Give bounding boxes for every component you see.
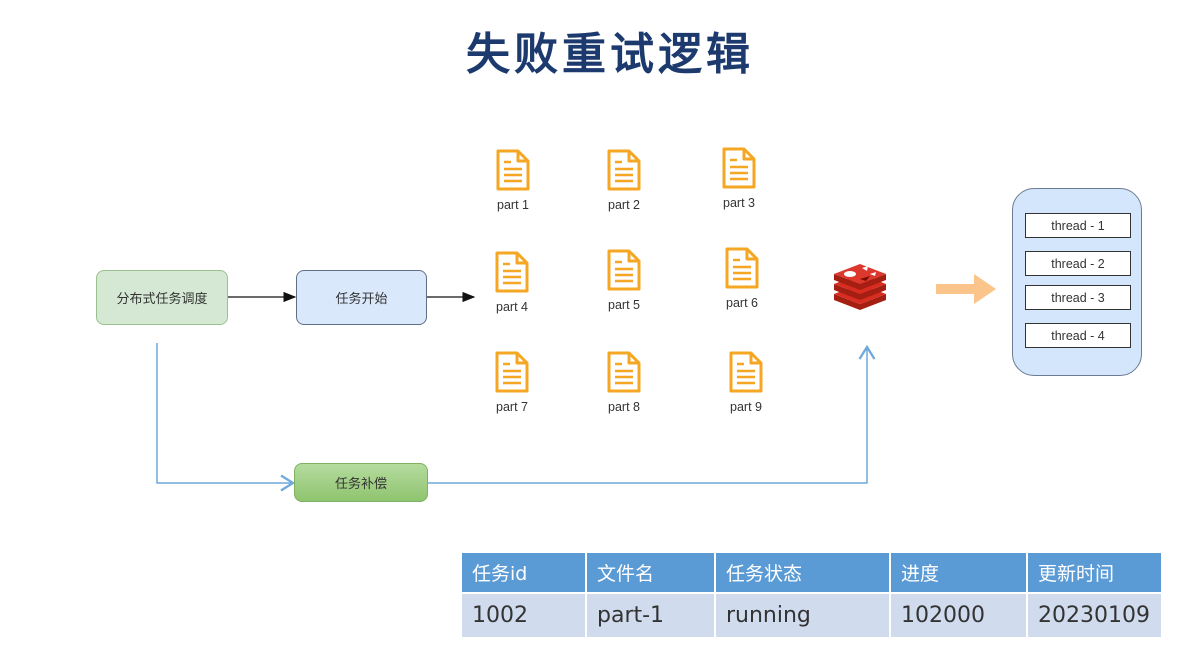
file-part-label: part 6 <box>726 296 758 310</box>
file-name-cell: part-1 <box>586 593 716 639</box>
update-time-cell: 20230109 <box>1027 593 1163 639</box>
file-part: part 7 <box>482 350 542 414</box>
file-part: part 9 <box>716 350 776 414</box>
thread-item: thread - 1 <box>1025 213 1131 238</box>
thread-item: thread - 2 <box>1025 251 1131 276</box>
document-icon <box>607 249 641 291</box>
distributed-scheduler-node: 分布式任务调度 <box>96 270 228 325</box>
document-icon <box>607 351 641 393</box>
document-icon <box>725 247 759 289</box>
file-part-label: part 9 <box>730 400 762 414</box>
column-header: 任务状态 <box>715 553 891 594</box>
file-part: part 8 <box>594 350 654 414</box>
file-part: part 2 <box>594 148 654 212</box>
file-part-label: part 5 <box>608 298 640 312</box>
task-id-cell: 1002 <box>462 593 587 639</box>
document-icon <box>495 351 529 393</box>
file-part-label: part 7 <box>496 400 528 414</box>
thread-pool: thread - 1 thread - 2 thread - 3 thread - 4 <box>1012 188 1142 376</box>
table-header-row: 任务id 文件名 任务状态 进度 更新时间 <box>462 553 1163 594</box>
task-compensation-node: 任务补偿 <box>294 463 428 502</box>
file-part: part 1 <box>483 148 543 212</box>
file-part: part 3 <box>709 146 769 210</box>
file-part-label: part 8 <box>608 400 640 414</box>
arrow-scheduler-to-compensation <box>156 343 296 492</box>
file-part-label: part 2 <box>608 198 640 212</box>
column-header: 任务id <box>462 553 587 594</box>
column-header: 进度 <box>890 553 1028 594</box>
column-header: 文件名 <box>586 553 716 594</box>
document-icon <box>729 351 763 393</box>
file-part-label: part 4 <box>496 300 528 314</box>
file-part: part 4 <box>482 250 542 314</box>
document-icon <box>722 147 756 189</box>
thread-item: thread - 4 <box>1025 323 1131 348</box>
file-part-label: part 3 <box>723 196 755 210</box>
thread-item: thread - 3 <box>1025 285 1131 310</box>
file-part: part 6 <box>712 246 772 310</box>
task-status-table: 任务id 文件名 任务状态 进度 更新时间 1002 part-1 runnin… <box>462 553 1163 639</box>
column-header: 更新时间 <box>1027 553 1163 594</box>
task-start-node: 任务开始 <box>296 270 427 325</box>
document-icon <box>607 149 641 191</box>
file-part: part 5 <box>594 248 654 312</box>
redis-icon <box>830 262 890 315</box>
progress-cell: 102000 <box>890 593 1028 639</box>
task-status-cell: running <box>715 593 891 639</box>
arrow-redis-to-threadpool <box>936 272 998 311</box>
table-row: 1002 part-1 running 102000 20230109 <box>462 593 1163 639</box>
document-icon <box>496 149 530 191</box>
document-icon <box>495 251 529 293</box>
file-part-label: part 1 <box>497 198 529 212</box>
